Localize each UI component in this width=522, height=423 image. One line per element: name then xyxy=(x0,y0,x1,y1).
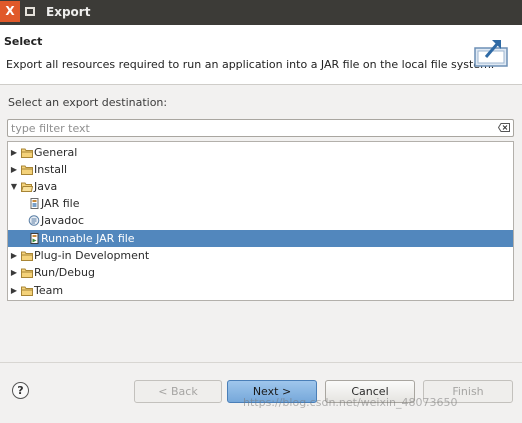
page-description: Export all resources required to run an … xyxy=(6,58,495,71)
folder-icon xyxy=(21,268,33,278)
folder-icon xyxy=(21,165,33,175)
expand-arrow-icon[interactable]: ▶ xyxy=(10,247,18,264)
clear-filter-icon[interactable] xyxy=(498,123,510,132)
tree-item-plug-in-development[interactable]: ▶ Plug-in Development xyxy=(8,247,513,264)
tree-item-install[interactable]: ▶ Install xyxy=(8,161,513,178)
tree-item-general[interactable]: ▶ General xyxy=(8,144,513,161)
filter-field[interactable] xyxy=(7,119,514,137)
tree-item-runnable-jar-file[interactable]: Runnable JAR file xyxy=(8,230,513,247)
back-button[interactable]: < Back xyxy=(134,380,222,403)
javadoc-icon xyxy=(28,215,40,226)
tree-item-jar-file[interactable]: JAR file xyxy=(8,195,513,212)
folder-icon xyxy=(21,251,33,261)
wizard-header: Select Export all resources required to … xyxy=(0,25,522,85)
close-button[interactable]: X xyxy=(0,1,20,22)
expand-arrow-icon[interactable]: ▶ xyxy=(10,264,18,281)
tree-item-label: Javadoc xyxy=(41,214,84,227)
tree-item-label: Install xyxy=(34,163,68,176)
runnable-jar-icon xyxy=(30,233,39,244)
export-destination-tree[interactable]: ▶ General ▶ Install ▼ Java JAR file Java… xyxy=(7,141,514,301)
tree-item-label: Java xyxy=(34,180,58,193)
folder-open-icon xyxy=(21,182,33,192)
jar-file-icon xyxy=(30,198,39,209)
tree-item-java[interactable]: ▼ Java xyxy=(8,178,513,195)
expand-arrow-icon[interactable]: ▶ xyxy=(10,161,18,178)
filter-input[interactable] xyxy=(11,121,491,135)
export-wizard-icon xyxy=(474,40,508,67)
button-bar-separator xyxy=(0,362,522,363)
tree-item-label: Runnable JAR file xyxy=(41,232,135,245)
folder-icon xyxy=(21,286,33,296)
watermark-text: https://blog.csdn.net/weixin_48073650 xyxy=(243,396,458,409)
expand-arrow-icon[interactable]: ▶ xyxy=(10,144,18,161)
tree-item-run-debug[interactable]: ▶ Run/Debug xyxy=(8,264,513,281)
tree-item-label: Team xyxy=(34,284,64,297)
tree-item-label: JAR file xyxy=(41,197,80,210)
tree-item-label: General xyxy=(34,146,78,159)
page-title: Select xyxy=(4,35,43,48)
destination-label: Select an export destination: xyxy=(8,96,168,109)
expand-arrow-icon[interactable]: ▶ xyxy=(10,282,18,299)
maximize-button[interactable] xyxy=(25,7,35,16)
tree-item-label: Run/Debug xyxy=(34,266,95,279)
window-title: Export xyxy=(46,5,91,19)
window-titlebar: X Export xyxy=(0,0,522,25)
tree-item-label: Plug-in Development xyxy=(34,249,150,262)
help-button[interactable]: ? xyxy=(12,382,29,399)
tree-item-team[interactable]: ▶ Team xyxy=(8,282,513,299)
collapse-arrow-icon[interactable]: ▼ xyxy=(10,178,18,195)
folder-icon xyxy=(21,148,33,158)
tree-item-javadoc[interactable]: Javadoc xyxy=(8,212,513,229)
